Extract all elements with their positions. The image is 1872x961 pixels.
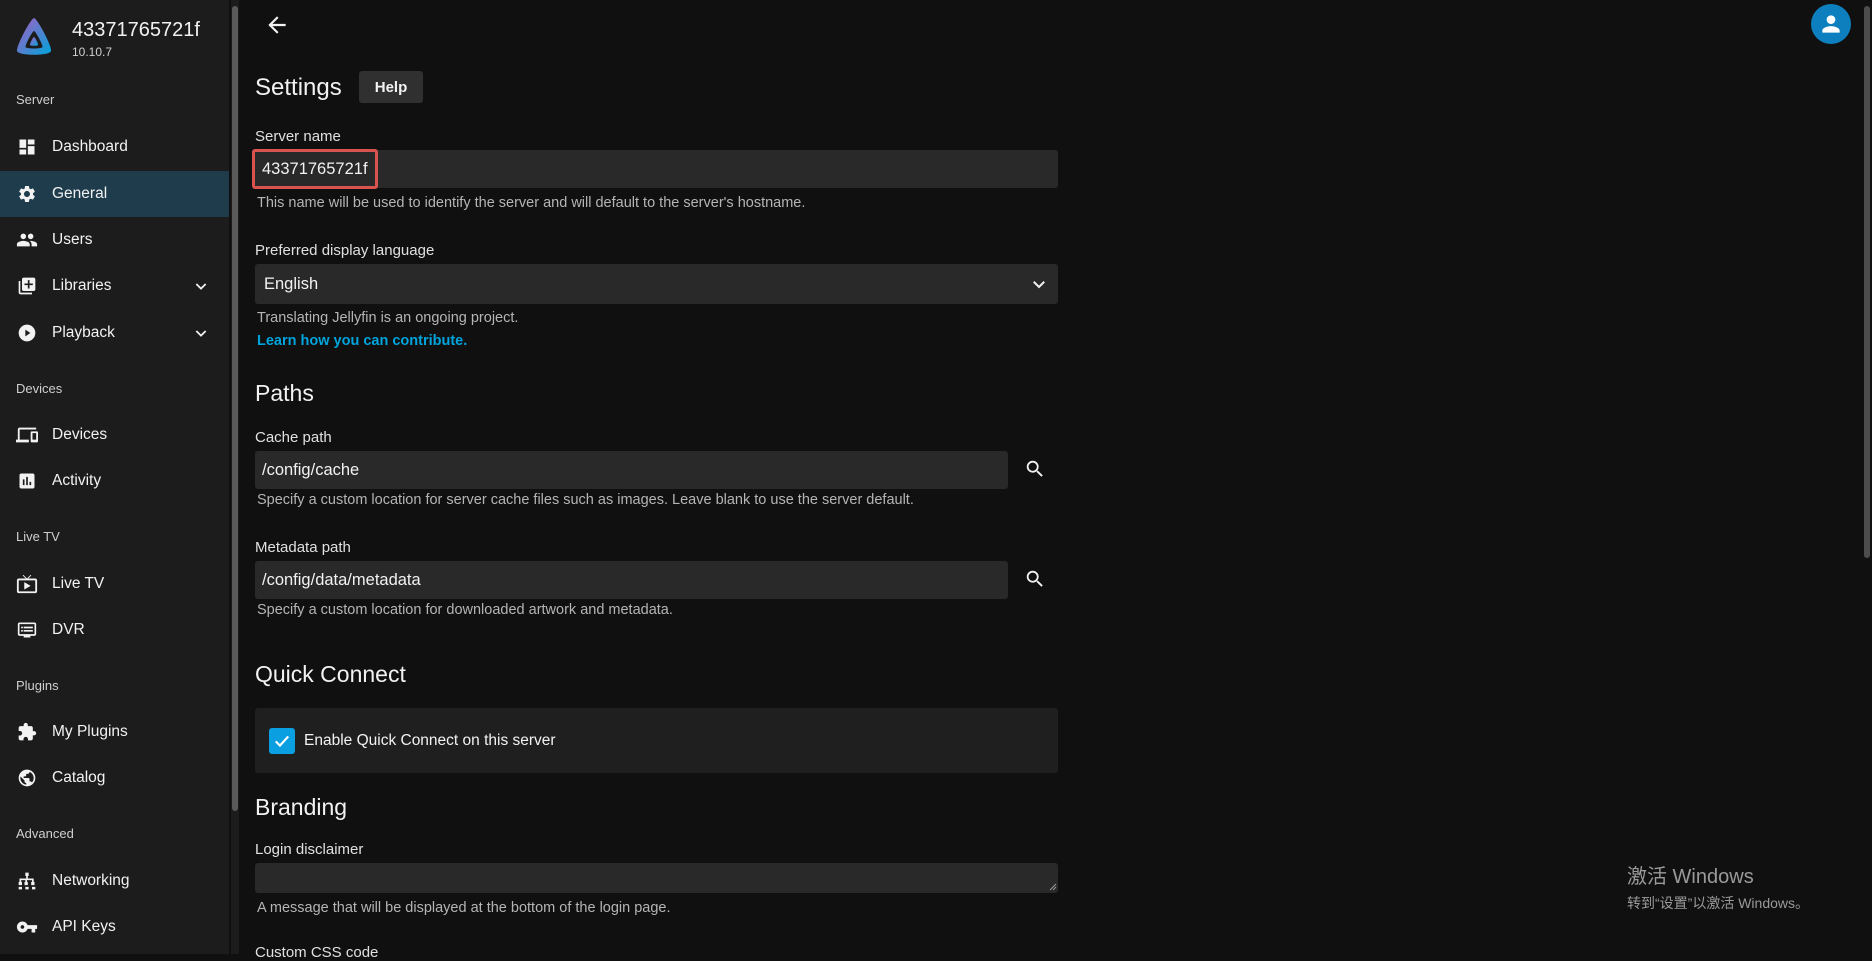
back-arrow-icon[interactable] (264, 12, 290, 38)
chart-icon (16, 470, 38, 492)
sidebar-item-label: Activity (52, 472, 102, 489)
server-name-hint: This name will be used to identify the s… (257, 195, 806, 211)
chevron-down-icon (1033, 281, 1045, 289)
page-title: Settings (255, 74, 342, 101)
quick-connect-heading: Quick Connect (255, 661, 406, 687)
help-button[interactable]: Help (359, 71, 423, 103)
sidebar-item-catalog[interactable]: Catalog (0, 755, 229, 801)
resize-grip-icon[interactable] (1047, 881, 1057, 891)
contribute-link[interactable]: Learn how you can contribute. (257, 333, 467, 349)
key-icon (16, 916, 38, 938)
devices-icon (16, 424, 38, 446)
live-tv-icon (16, 573, 38, 595)
sidebar-item-users[interactable]: Users (0, 217, 229, 263)
server-version: 10.10.7 (72, 45, 113, 59)
metadata-path-label: Metadata path (255, 539, 351, 556)
sidebar-item-label: Networking (52, 872, 130, 889)
metadata-path-input[interactable] (255, 561, 1008, 599)
sidebar-item-my-plugins[interactable]: My Plugins (0, 709, 229, 755)
quick-connect-panel: Enable Quick Connect on this server (255, 708, 1058, 773)
network-icon (16, 870, 38, 892)
sidebar-item-label: API Keys (52, 918, 116, 935)
login-disclaimer-label: Login disclaimer (255, 841, 364, 858)
sidebar-item-label: Playback (52, 324, 115, 341)
gear-icon (16, 183, 38, 205)
sidebar-item-general[interactable]: General (0, 171, 229, 217)
sidebar-item-label: Catalog (52, 769, 106, 786)
sidebar-item-label: General (52, 185, 108, 202)
windows-activation-watermark: 激活 Windows 转到“设置”以激活 Windows。 (1627, 860, 1809, 913)
cache-path-browse-button[interactable] (1018, 452, 1052, 486)
sidebar-item-label: Libraries (52, 277, 112, 294)
quick-connect-checkbox[interactable] (269, 727, 295, 754)
server-name-label: Server name (255, 128, 341, 145)
sidebar-item-dvr[interactable]: DVR (0, 607, 229, 653)
server-name-input[interactable] (255, 150, 1058, 188)
people-icon (16, 229, 38, 251)
metadata-path-browse-button[interactable] (1018, 562, 1052, 596)
main-scrollbar[interactable] (1863, 0, 1872, 954)
cache-path-hint: Specify a custom location for server cac… (257, 492, 914, 508)
cache-path-label: Cache path (255, 429, 332, 446)
sidebar-item-playback[interactable]: Playback (0, 310, 229, 356)
dashboard-icon (16, 136, 38, 158)
language-hint: Translating Jellyfin is an ongoing proje… (257, 310, 519, 326)
cache-path-input[interactable] (255, 451, 1008, 489)
section-devices: Devices (16, 381, 63, 396)
main-content: Settings Help Server name This name will… (239, 0, 1872, 961)
chevron-down-icon (195, 283, 207, 290)
watermark-title: 激活 Windows (1627, 866, 1754, 888)
sidebar-item-libraries[interactable]: Libraries (0, 263, 229, 309)
dvr-icon (16, 619, 38, 641)
language-label: Preferred display language (255, 242, 435, 259)
sidebar-item-label: Users (52, 231, 93, 248)
sidebar-scrollbar-thumb[interactable] (232, 6, 238, 811)
main-scrollbar-thumb[interactable] (1864, 6, 1870, 558)
globe-icon (16, 767, 38, 789)
sidebar-item-label: Devices (52, 426, 108, 443)
sidebar-item-label: My Plugins (52, 723, 128, 740)
metadata-path-hint: Specify a custom location for downloaded… (257, 602, 673, 618)
play-circle-icon (16, 322, 38, 344)
brand[interactable]: 43371765721f 10.10.7 (14, 16, 200, 60)
search-icon (1026, 460, 1043, 477)
section-server: Server (16, 92, 55, 107)
language-select-value: English (264, 274, 319, 293)
extension-icon (16, 721, 38, 743)
branding-heading: Branding (255, 794, 348, 820)
sidebar-item-label: Dashboard (52, 138, 128, 155)
sidebar-item-activity[interactable]: Activity (0, 458, 229, 504)
account-icon (1822, 15, 1840, 33)
sidebar-item-live-tv[interactable]: Live TV (0, 561, 229, 607)
sidebar-item-label: Live TV (52, 575, 105, 592)
search-icon (1026, 570, 1043, 587)
language-select[interactable]: English (255, 264, 1058, 304)
jellyfin-logo (16, 18, 52, 55)
sidebar-item-devices[interactable]: Devices (0, 412, 229, 458)
user-menu-button[interactable] (1811, 4, 1851, 44)
section-live-tv: Live TV (16, 529, 60, 544)
library-add-icon (16, 275, 38, 297)
server-name: 43371765721f (72, 19, 200, 41)
checkmark-icon (274, 735, 290, 747)
section-advanced: Advanced (16, 826, 74, 841)
sidebar-scrollbar[interactable] (231, 0, 239, 954)
chevron-down-icon (195, 330, 207, 337)
sidebar-item-label: DVR (52, 621, 85, 638)
sidebar-item-api-keys[interactable]: API Keys (0, 904, 229, 950)
sidebar-item-dashboard[interactable]: Dashboard (0, 124, 229, 170)
quick-connect-label: Enable Quick Connect on this server (304, 731, 556, 749)
paths-heading: Paths (255, 380, 314, 406)
watermark-subtitle: 转到“设置”以激活 Windows。 (1627, 895, 1810, 911)
section-plugins: Plugins (16, 678, 59, 693)
login-disclaimer-hint: A message that will be displayed at the … (257, 900, 671, 916)
custom-css-label: Custom CSS code (255, 944, 379, 961)
sidebar-item-networking[interactable]: Networking (0, 858, 229, 904)
sidebar: 43371765721f 10.10.7 Server Dashboard Ge… (0, 0, 229, 954)
login-disclaimer-textarea[interactable] (255, 863, 1058, 893)
